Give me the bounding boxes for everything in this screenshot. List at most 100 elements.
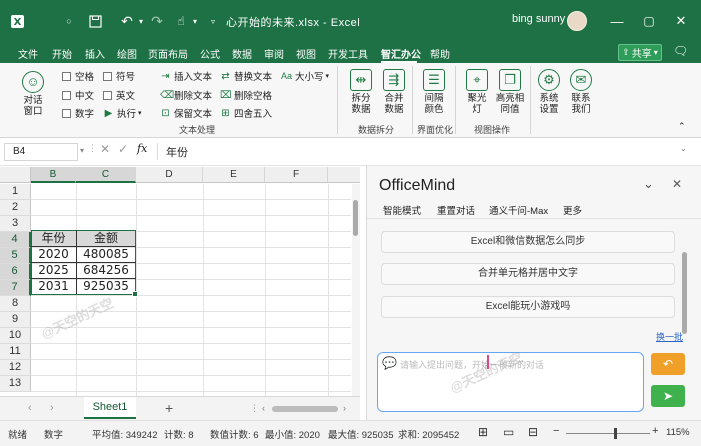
spotlight-button[interactable]: ⌖ 聚光 灯 [460, 69, 494, 115]
column-header-b[interactable]: B [31, 167, 76, 183]
scroll-right-icon[interactable]: › [343, 403, 346, 413]
zoom-in-icon[interactable]: + [652, 425, 658, 437]
share-button[interactable]: ⇪ 共享 ▾ [618, 44, 662, 61]
save-icon[interactable] [86, 12, 104, 30]
row-header[interactable]: 13 [0, 376, 31, 392]
expand-formula-icon[interactable]: ⌄ [680, 144, 687, 153]
check-english[interactable]: 英文 [103, 88, 135, 102]
minimize-icon[interactable]: — [604, 8, 630, 34]
column-header-d[interactable]: D [136, 167, 203, 183]
tab-more[interactable]: 更多 [563, 203, 582, 217]
avatar[interactable] [567, 11, 587, 31]
contact-us-button[interactable]: ✉ 联系 我们 [564, 69, 598, 115]
system-settings-button[interactable]: ⚙ 系统 设置 [532, 69, 566, 115]
worksheet-grid[interactable]: B C D E F 1 2 3 4 5 6 7 8 9 10 11 12 13 年份 金额 2020 4… [0, 166, 360, 396]
confirm-icon[interactable]: ✓ [118, 142, 128, 156]
add-sheet-button[interactable]: + [165, 400, 173, 416]
scroll-thumb[interactable] [353, 200, 358, 236]
merge-data-button[interactable]: ⇶ 合并 数据 [377, 69, 411, 115]
tab-developer[interactable]: 开发工具 [328, 46, 368, 61]
replace-text-button[interactable]: ⇄ 替换文本 [220, 69, 272, 84]
row-header[interactable]: 10 [0, 328, 31, 344]
close-panel-icon[interactable]: ✕ [672, 177, 682, 191]
zoom-level[interactable]: 115% [666, 427, 690, 438]
cell-c6[interactable]: 684256 [76, 262, 136, 278]
formula-input[interactable]: 年份 [166, 144, 188, 160]
user-name[interactable]: bing sunny [512, 13, 565, 25]
cell-b6[interactable]: 2025 [31, 262, 76, 278]
tab-formulas[interactable]: 公式 [200, 46, 220, 61]
cell-b5[interactable]: 2020 [31, 246, 76, 262]
row-header[interactable]: 7 [0, 280, 31, 296]
status-sum[interactable]: 求和: 2095452 [398, 427, 459, 441]
chevron-down-icon[interactable]: ⌄ [643, 176, 654, 192]
tab-review[interactable]: 审阅 [264, 46, 284, 61]
scroll-left-icon[interactable]: ‹ [262, 403, 265, 413]
row-header[interactable]: 11 [0, 344, 31, 360]
status-numcount[interactable]: 数值计数: 6 [210, 427, 259, 441]
highlight-same-button[interactable]: ❐ 高亮相 同值 [493, 69, 527, 115]
tab-page-layout[interactable]: 页面布局 [148, 46, 188, 61]
cell-b7[interactable]: 2031 [31, 278, 76, 294]
tab-help[interactable]: 帮助 [430, 46, 450, 61]
zoom-slider[interactable] [566, 433, 650, 434]
check-symbol[interactable]: 符号 [103, 69, 135, 83]
comments-icon[interactable]: 🗨 [673, 44, 688, 58]
more-sheet-icon[interactable]: ⋮ [250, 403, 259, 414]
tab-home[interactable]: 开始 [52, 46, 72, 61]
zoom-out-icon[interactable]: − [553, 425, 559, 437]
name-box[interactable]: B4 [4, 143, 78, 161]
row-header[interactable]: 9 [0, 312, 31, 328]
normal-view-icon[interactable]: ⊞ [478, 425, 488, 439]
customize-toolbar-icon[interactable]: ▿ [204, 12, 222, 30]
suggestion-item[interactable]: 合并单元格并居中文字 [381, 263, 675, 285]
next-batch-link[interactable]: 换一批 [656, 330, 683, 343]
tab-file[interactable]: 文件 [18, 46, 38, 61]
delete-space-button[interactable]: ⌧ 删除空格 [220, 88, 272, 103]
ribbon-collapse-icon[interactable]: ⌃ [678, 121, 686, 132]
tab-insert[interactable]: 插入 [85, 46, 105, 61]
row-header[interactable]: 8 [0, 296, 31, 312]
split-data-button[interactable]: ⇹ 拆分 数据 [344, 69, 378, 115]
vertical-scrollbar[interactable] [352, 184, 360, 396]
sheet-tab-sheet1[interactable]: Sheet1 [84, 397, 136, 419]
status-count[interactable]: 计数: 8 [164, 427, 194, 441]
page-break-view-icon[interactable]: ⊟ [528, 425, 538, 439]
send-button[interactable]: ➤ [651, 385, 685, 407]
select-all-corner[interactable] [0, 167, 31, 183]
close-icon[interactable]: ✕ [668, 8, 694, 34]
dialog-window-button[interactable]: ☺ 对话 窗口 [16, 71, 50, 117]
cell-c4[interactable]: 金额 [76, 230, 136, 246]
cancel-icon[interactable]: ✕ [100, 142, 110, 156]
status-min[interactable]: 最小值: 2020 [265, 427, 320, 441]
cell-b4[interactable]: 年份 [31, 230, 76, 246]
row-header[interactable]: 4 [0, 232, 31, 248]
case-button[interactable]: Aa 大小写 ▾ [281, 69, 329, 84]
name-box-dropdown-icon[interactable]: ▾ [80, 146, 84, 155]
tab-reset-chat[interactable]: 重置对话 [437, 203, 475, 217]
question-input[interactable]: 💬 请输入提出问题，开始一段新的对话 [377, 352, 644, 412]
status-average[interactable]: 平均值: 349242 [92, 427, 157, 441]
status-max[interactable]: 最大值: 925035 [328, 427, 393, 441]
retry-button[interactable]: ↶ [651, 353, 685, 375]
tab-smart-mode[interactable]: 智能模式 [383, 203, 421, 217]
column-header-f[interactable]: F [265, 167, 328, 183]
keep-text-button[interactable]: ⊡ 保留文本 [160, 106, 212, 121]
row-header[interactable]: 2 [0, 200, 31, 216]
horizontal-scrollbar[interactable] [272, 406, 338, 412]
delete-text-button[interactable]: ⌫ 删除文本 [160, 88, 212, 103]
insert-text-button[interactable]: ⇥ 插入文本 [160, 69, 212, 84]
maximize-icon[interactable]: ▢ [636, 8, 662, 34]
cell-c5[interactable]: 480085 [76, 246, 136, 262]
row-header[interactable]: 12 [0, 360, 31, 376]
check-number[interactable]: 数字 [62, 106, 94, 120]
tab-smart-office[interactable]: 智汇办公 [381, 46, 421, 61]
round-button[interactable]: ⊞ 四舍五入 [220, 106, 272, 121]
suggestion-item[interactable]: Excel和微信数据怎么同步 [381, 231, 675, 253]
row-header[interactable]: 5 [0, 248, 31, 264]
cell-c7[interactable]: 925035 [76, 278, 136, 294]
touch-dropdown-icon[interactable]: ▾ [186, 12, 204, 30]
row-header[interactable]: 6 [0, 264, 31, 280]
column-header-e[interactable]: E [203, 167, 265, 183]
tab-data[interactable]: 数据 [232, 46, 252, 61]
